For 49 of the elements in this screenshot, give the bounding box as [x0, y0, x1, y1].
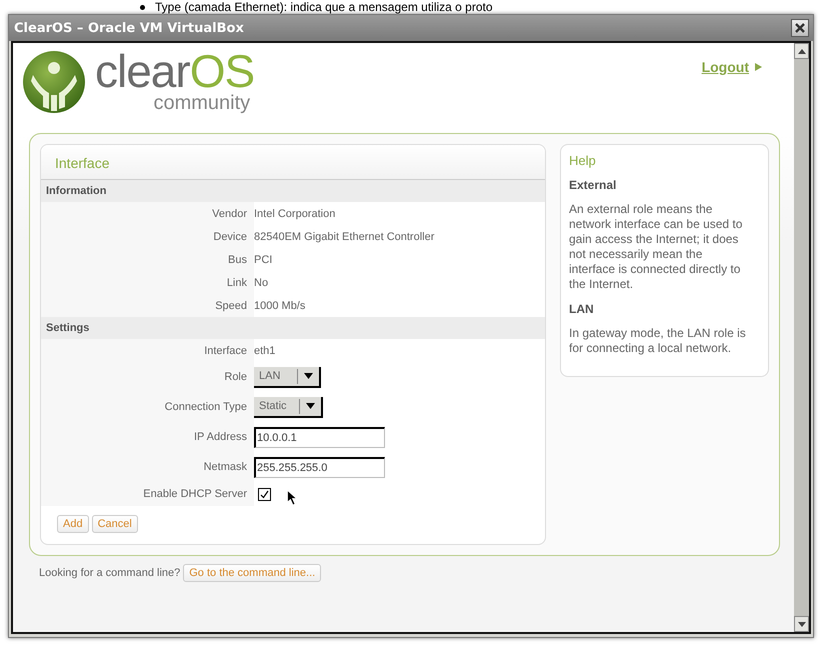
field-label: Interface	[204, 344, 247, 356]
field-label: Role	[224, 371, 247, 383]
command-line-button[interactable]: Go to the command line...	[183, 564, 322, 582]
field-value: 82540EM Gigabit Ethernet Controller	[254, 230, 434, 242]
mouse-pointer-icon	[287, 490, 297, 506]
footer-text: Looking for a command line?	[39, 567, 180, 579]
section-header: Settings	[41, 317, 545, 339]
field-value: Intel Corporation	[254, 208, 336, 220]
help-heading: LAN	[569, 302, 595, 316]
caret-icon	[306, 403, 315, 409]
logo-tagline: community	[153, 93, 250, 113]
field-label: Connection Type	[164, 401, 247, 413]
help-heading: External	[569, 178, 618, 192]
field-label: Link	[226, 276, 247, 288]
field-label: Device	[213, 230, 247, 242]
field-label: Enable DHCP Server	[143, 488, 247, 500]
card-title: Interface	[41, 145, 545, 180]
logo-name: clearOS	[95, 49, 254, 93]
window-title: ClearOS – Oracle VM VirtualBox	[14, 20, 244, 36]
checkbox[interactable]	[258, 488, 271, 500]
bullet-icon	[140, 4, 145, 10]
field-value: 1000 Mb/s	[254, 300, 306, 312]
field-value: PCI	[254, 254, 272, 266]
logout-link[interactable]: Logout	[702, 59, 749, 75]
close-button[interactable]	[791, 19, 809, 37]
field-label: Bus	[228, 254, 247, 266]
input-field[interactable]: 255.255.255.0	[254, 456, 385, 478]
help-text: In gateway mode, the LAN role is for connecting a local network.	[569, 326, 747, 356]
add-button[interactable]: Add	[57, 515, 89, 533]
arrow-icon	[755, 63, 762, 71]
scroll-up-icon[interactable]	[794, 43, 809, 59]
scroll-down-icon[interactable]	[794, 616, 809, 632]
help-text: An external role means the network interface can be used to gain access the Internet; it does not necessarily mean the interface is connected directly to the Internet.	[569, 202, 744, 292]
field-label: IP Address	[194, 431, 247, 443]
dropdown[interactable]: LAN	[254, 366, 321, 388]
input-field[interactable]: 10.0.0.1	[254, 426, 385, 448]
dropdown[interactable]: Static	[254, 396, 323, 418]
caret-icon	[304, 373, 313, 379]
field-label: Netmask	[204, 461, 247, 473]
field-label: Vendor	[212, 208, 247, 220]
document-text: Type (camada Ethernet): indica que a mensagem utiliza o proto	[155, 0, 493, 14]
help-title: Help	[569, 153, 597, 168]
field-value: eth1	[254, 344, 276, 356]
cancel-button[interactable]: Cancel	[92, 515, 138, 533]
field-label: Speed	[215, 300, 247, 312]
logo-emblem-icon	[21, 49, 87, 115]
close-icon	[794, 22, 806, 34]
field-value: No	[254, 276, 268, 288]
section-header: Information	[41, 180, 545, 202]
